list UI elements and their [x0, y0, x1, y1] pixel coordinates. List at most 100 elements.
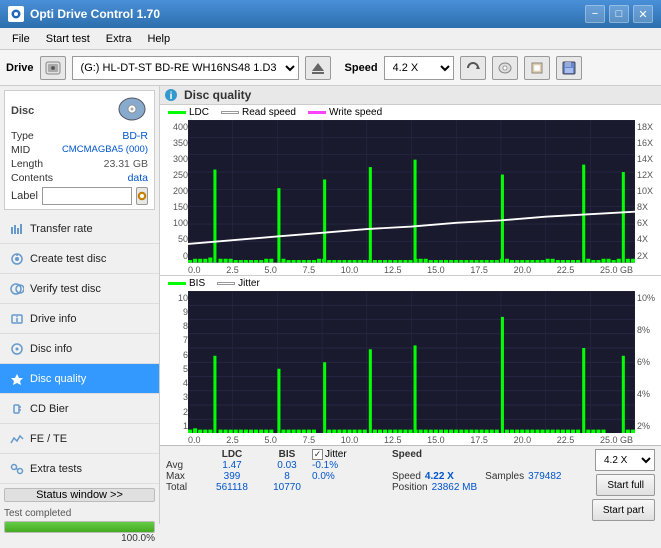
disc-type-value: BD-R	[122, 130, 148, 142]
sidebar-nav: Transfer rate Create test disc Verify te…	[0, 214, 159, 484]
bottom-chart-body: 10 9 8 7 6 5 4 3 2 1	[160, 291, 661, 434]
disc-mid-row: MID CMCMAGBA5 (000)	[11, 144, 148, 156]
max-label: Max	[166, 471, 202, 482]
bottom-chart-svg-container	[188, 291, 635, 434]
nav-label-drive-info: Drive info	[30, 313, 76, 325]
drive-label: Drive	[6, 62, 34, 74]
speed-label: Speed	[345, 62, 378, 74]
legend-read-speed-label: Read speed	[242, 107, 296, 118]
top-chart-legend: LDC Read speed Write speed	[160, 105, 661, 120]
disc-btn[interactable]	[492, 56, 518, 80]
nav-label-cd-bier: CD Bier	[30, 403, 69, 415]
total-jitter	[312, 482, 392, 493]
disc-panel-title: Disc	[11, 105, 34, 117]
sidebar-item-transfer-rate[interactable]: Transfer rate	[0, 214, 159, 244]
window-controls: − □ ✕	[585, 5, 653, 23]
legend-bis-label: BIS	[189, 278, 205, 289]
menu-start-test[interactable]: Start test	[38, 31, 98, 47]
drive-select[interactable]: (G:) HL-DT-ST BD-RE WH16NS48 1.D3	[72, 56, 299, 80]
jitter-checkbox[interactable]: ✓	[312, 449, 323, 460]
disc-contents-label: Contents	[11, 172, 53, 184]
menu-help[interactable]: Help	[139, 31, 178, 47]
status-text: Test completed	[4, 508, 155, 519]
stats-table: LDC BIS ✓ Jitter Speed Avg 1.47 0.03 -0.…	[166, 449, 477, 493]
sidebar-item-extra-tests[interactable]: Extra tests	[0, 454, 159, 484]
sidebar-item-verify-test[interactable]: Verify test disc	[0, 274, 159, 304]
bis-color	[168, 282, 186, 285]
chart-section-title: Disc quality	[184, 88, 251, 102]
sidebar-item-drive-info[interactable]: Drive info	[0, 304, 159, 334]
stats-header-row: LDC BIS ✓ Jitter Speed	[166, 449, 477, 460]
sidebar-item-fe-te[interactable]: FE / TE	[0, 424, 159, 454]
refresh-btn[interactable]	[460, 56, 486, 80]
legend-write-speed-label: Write speed	[329, 107, 382, 118]
toolbar: Drive (G:) HL-DT-ST BD-RE WH16NS48 1.D3 …	[0, 50, 661, 86]
main-content: Disc Type BD-R MID CMCMAGBA5 (000) Lengt…	[0, 86, 661, 524]
write-speed-color	[308, 111, 326, 114]
save-btn[interactable]	[556, 56, 582, 80]
sidebar-item-disc-quality[interactable]: Disc quality	[0, 364, 159, 394]
progress-area: Test completed 100.0%	[0, 506, 159, 548]
speed-select[interactable]: 4.2 X	[384, 56, 454, 80]
right-controls: 4.2 X Start full Start part	[592, 449, 655, 521]
chart-title-bar: i Disc quality	[160, 86, 661, 105]
write-btn[interactable]	[524, 56, 550, 80]
disc-icon[interactable]	[116, 95, 148, 126]
close-button[interactable]: ✕	[633, 5, 653, 23]
bottom-chart-svg	[188, 291, 635, 434]
disc-contents-row: Contents data	[11, 172, 148, 184]
avg-label: Avg	[166, 460, 202, 471]
label-label: Label	[11, 190, 38, 202]
samples-label: Samples	[485, 471, 524, 482]
samples-value: 379482	[528, 471, 561, 482]
position-value-stat: 23862 MB	[432, 482, 478, 493]
stats-total-row: Total 561118 10770 Position 23862 MB	[166, 482, 477, 493]
menu-file[interactable]: File	[4, 31, 38, 47]
stats-avg-row: Avg 1.47 0.03 -0.1%	[166, 460, 477, 471]
start-part-button[interactable]: Start part	[592, 499, 655, 521]
status-window-btn[interactable]: Status window >>	[4, 488, 155, 502]
top-y-axis-right: 18X 16X 14X 12X 10X 8X 6X 4X 2X	[635, 120, 661, 263]
drive-icon-btn[interactable]	[40, 56, 66, 80]
top-x-axis: 0.0 2.5 5.0 7.5 10.0 12.5 15.0 17.5 20.0…	[160, 265, 661, 275]
bis-header: BIS	[262, 449, 312, 460]
eject-btn[interactable]	[305, 56, 331, 80]
nav-label-create-test: Create test disc	[30, 253, 106, 265]
sidebar-item-disc-info[interactable]: Disc info	[0, 334, 159, 364]
avg-jitter: -0.1%	[312, 460, 392, 471]
total-ldc: 561118	[202, 482, 262, 493]
speed-value-stat: 4.22 X	[425, 471, 454, 482]
top-chart-body: 400 350 300 250 200 150 100 50 0	[160, 120, 661, 263]
maximize-button[interactable]: □	[609, 5, 629, 23]
label-edit-btn[interactable]	[136, 187, 148, 205]
app-icon	[8, 6, 24, 22]
speed-header: Speed	[392, 449, 442, 460]
menu-extra[interactable]: Extra	[98, 31, 140, 47]
legend-read-speed: Read speed	[221, 107, 296, 118]
bottom-chart-container: BIS Jitter 10 9 8 7 6 5 4 3 2	[160, 276, 661, 446]
disc-length-value: 23.31 GB	[104, 158, 148, 170]
nav-label-transfer-rate: Transfer rate	[30, 223, 93, 235]
stats-max-row: Max 399 8 0.0% Speed 4.22 X	[166, 471, 477, 482]
disc-info-panel: Disc Type BD-R MID CMCMAGBA5 (000) Lengt…	[4, 90, 155, 210]
max-jitter: 0.0%	[312, 471, 392, 482]
ldc-color	[168, 111, 186, 114]
minimize-button[interactable]: −	[585, 5, 605, 23]
sidebar-item-cd-bier[interactable]: CD Bier	[0, 394, 159, 424]
chart-speed-select[interactable]: 4.2 X	[595, 449, 655, 471]
chart-title-icon: i	[164, 88, 178, 102]
jitter-color	[217, 282, 235, 285]
label-input[interactable]	[42, 187, 132, 205]
disc-type-row: Type BD-R	[11, 130, 148, 142]
legend-write-speed: Write speed	[308, 107, 382, 118]
total-label: Total	[166, 482, 202, 493]
title-bar-left: Opti Drive Control 1.70	[8, 6, 160, 22]
bottom-y-axis-right: 10% 8% 6% 4% 2%	[635, 291, 661, 434]
samples-section: Samples 379482	[485, 471, 561, 482]
top-chart-svg	[188, 120, 635, 263]
start-full-button[interactable]: Start full	[596, 474, 655, 496]
disc-mid-value: CMCMAGBA5 (000)	[62, 144, 148, 156]
label-row: Label	[11, 187, 148, 205]
legend-ldc: LDC	[168, 107, 209, 118]
sidebar-item-create-test[interactable]: Create test disc	[0, 244, 159, 274]
